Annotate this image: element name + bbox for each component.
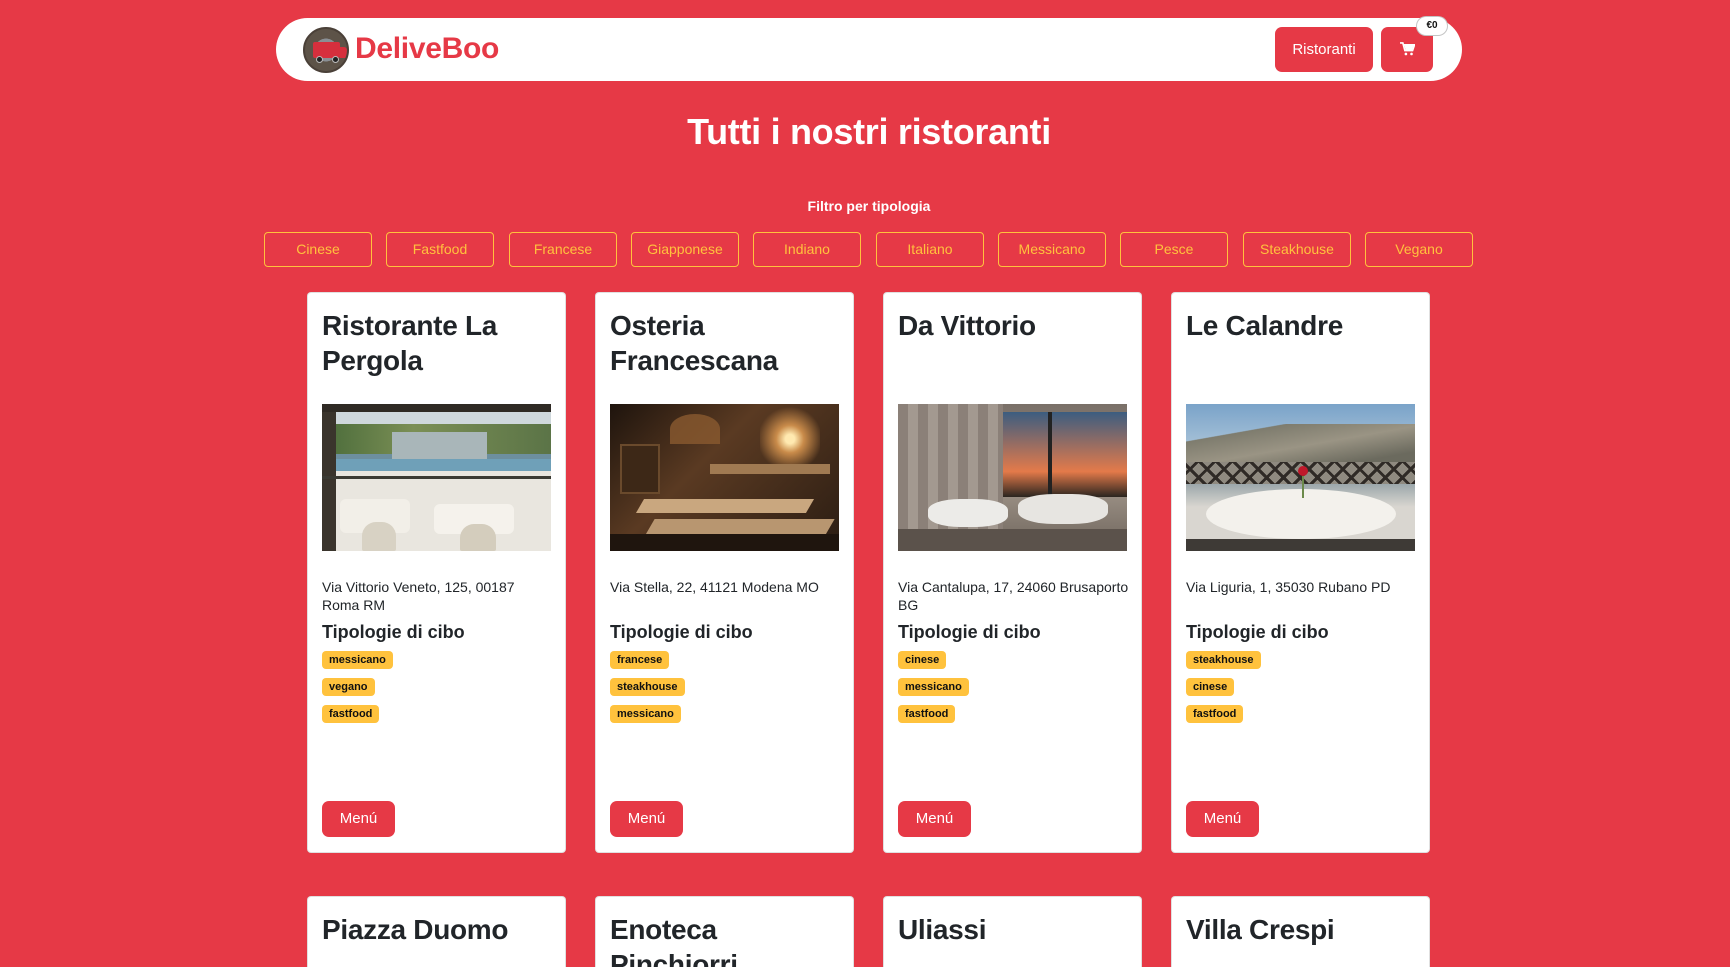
filter-button-giapponese[interactable]: Giapponese xyxy=(631,232,739,267)
food-type-badge: francese xyxy=(610,651,670,669)
food-type-badge: fastfood xyxy=(898,705,956,723)
restaurant-name: Uliassi xyxy=(898,914,987,945)
restaurant-card: Osteria Francescana Via Stella, 22, 4112… xyxy=(595,292,854,853)
restaurant-image xyxy=(898,404,1127,551)
food-types-title: Tipologie di cibo xyxy=(898,622,1041,642)
restaurant-address: Via Cantalupa, 17, 24060 Brusaporto BG xyxy=(898,579,1129,613)
restaurant-image xyxy=(610,404,839,551)
restaurant-card: Le Calandre Via Liguria, 1, 35030 Rubano… xyxy=(1171,292,1430,853)
restaurant-name: Le Calandre xyxy=(1186,310,1343,341)
logo-icon[interactable] xyxy=(303,27,349,73)
filter-button-messicano[interactable]: Messicano xyxy=(998,232,1106,267)
food-type-badge: messicano xyxy=(898,678,969,696)
food-type-badge: fastfood xyxy=(322,705,380,723)
food-types-title: Tipologie di cibo xyxy=(322,622,465,642)
brand-name[interactable]: DeliveBoo xyxy=(355,29,499,69)
menu-button[interactable]: Menú xyxy=(610,801,683,837)
filter-button-fastfood[interactable]: Fastfood xyxy=(386,232,494,267)
restaurant-card: Enoteca Pinchiorri xyxy=(595,896,854,967)
food-type-badge: cinese xyxy=(898,651,947,669)
restaurant-name: Osteria Francescana xyxy=(610,310,778,376)
cart-total-badge: €0 xyxy=(1417,17,1447,35)
restaurant-card: Uliassi xyxy=(883,896,1142,967)
food-type-badge: messicano xyxy=(322,651,393,669)
restaurant-name: Villa Crespi xyxy=(1186,914,1335,945)
filter-button-italiano[interactable]: Italiano xyxy=(876,232,984,267)
restaurant-card: Ristorante La Pergola Via Vittorio Venet… xyxy=(307,292,566,853)
restaurant-address: Via Stella, 22, 41121 Modena MO xyxy=(610,579,819,595)
filter-button-vegano[interactable]: Vegano xyxy=(1365,232,1473,267)
food-type-badge: messicano xyxy=(610,705,681,723)
food-type-badge: steakhouse xyxy=(1186,651,1261,669)
food-type-badge: fastfood xyxy=(1186,705,1244,723)
restaurant-card: Villa Crespi xyxy=(1171,896,1430,967)
filter-button-steakhouse[interactable]: Steakhouse xyxy=(1243,232,1351,267)
filter-button-francese[interactable]: Francese xyxy=(509,232,617,267)
restaurant-name: Da Vittorio xyxy=(898,310,1036,341)
filter-button-pesce[interactable]: Pesce xyxy=(1120,232,1228,267)
ristoranti-button[interactable]: Ristoranti xyxy=(1275,27,1373,72)
navbar: DeliveBoo Ristoranti €0 xyxy=(276,17,1462,81)
food-type-badge: cinese xyxy=(1186,678,1235,696)
restaurant-card: Da Vittorio Via Cantalupa, 17, 24060 Bru… xyxy=(883,292,1142,853)
menu-button[interactable]: Menú xyxy=(322,801,395,837)
food-type-badge: steakhouse xyxy=(610,678,685,696)
restaurant-address: Via Vittorio Veneto, 125, 00187 Roma RM xyxy=(322,579,515,613)
food-types-title: Tipologie di cibo xyxy=(1186,622,1329,642)
restaurant-address: Via Liguria, 1, 35030 Rubano PD xyxy=(1186,579,1391,595)
page-title: Tutti i nostri ristoranti xyxy=(687,111,1051,152)
filter-button-indiano[interactable]: Indiano xyxy=(753,232,861,267)
restaurant-name: Enoteca Pinchiorri xyxy=(610,914,738,967)
menu-button[interactable]: Menú xyxy=(1186,801,1259,837)
restaurant-name: Piazza Duomo xyxy=(322,914,509,945)
filter-button-cinese[interactable]: Cinese xyxy=(264,232,372,267)
restaurant-image xyxy=(322,404,551,551)
menu-button[interactable]: Menú xyxy=(898,801,971,837)
restaurant-name: Ristorante La Pergola xyxy=(322,310,498,376)
restaurant-image xyxy=(1186,404,1415,551)
filter-label: Filtro per tipologia xyxy=(807,198,931,214)
food-type-badge: vegano xyxy=(322,678,375,696)
restaurant-card: Piazza Duomo xyxy=(307,896,566,967)
food-types-title: Tipologie di cibo xyxy=(610,622,753,642)
cart-icon xyxy=(1399,41,1416,55)
